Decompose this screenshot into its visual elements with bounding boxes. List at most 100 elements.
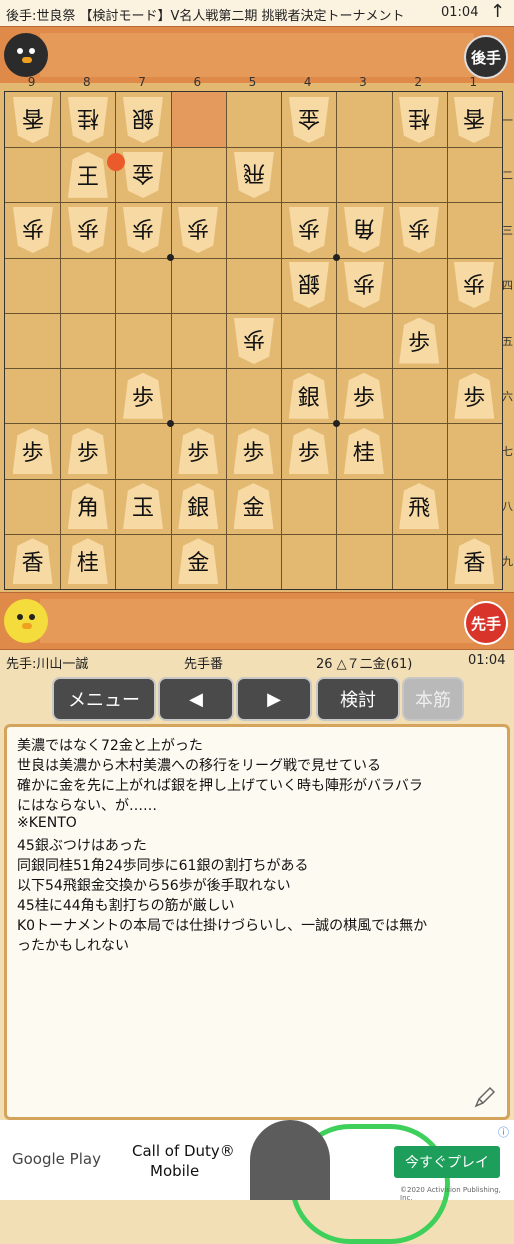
piece-8-3[interactable]: 歩 — [68, 207, 108, 253]
ad-title-line2: Mobile — [150, 1162, 200, 1180]
current-move: 26 △７二金(61) — [316, 657, 413, 672]
turn-indicator: 先手番 — [184, 657, 224, 672]
piece-7-2[interactable]: 金 — [123, 152, 163, 198]
comment-line: K0トーナメントの本局では仕掛けづらいし、一誠の棋風では無か — [17, 918, 428, 934]
rank-label: 二 — [502, 168, 513, 182]
sente-captured-pieces — [40, 599, 474, 643]
piece-8-9[interactable]: 桂 — [67, 538, 108, 585]
star-point — [332, 254, 340, 262]
piece-1-1[interactable]: 香 — [454, 97, 494, 143]
piece-5-7[interactable]: 歩 — [233, 427, 274, 474]
piece-5-2[interactable]: 飛 — [234, 152, 274, 198]
piece-7-8[interactable]: 玉 — [123, 483, 164, 530]
star-point — [167, 419, 175, 427]
piece-7-6[interactable]: 歩 — [123, 372, 164, 419]
ad-title-line1: Call of Duty® — [132, 1142, 235, 1160]
gote-badge: 後手 — [464, 35, 508, 79]
piece-6-9[interactable]: 金 — [178, 538, 219, 585]
piece-4-4[interactable]: 銀 — [289, 262, 329, 308]
grid-line — [170, 92, 172, 589]
comment-line: 45銀ぶつけはあった — [17, 838, 147, 854]
status-bar: 後手:世良祭 【検討モード】V名人戦第二期 挑戦者決定トーナメント 01:04 … — [0, 0, 514, 26]
board-grid[interactable]: 香桂銀金桂香王金飛歩歩歩歩歩角歩銀歩歩歩歩歩銀歩歩歩歩歩歩歩桂角玉銀金飛香桂金香 — [4, 91, 503, 590]
ad-banner[interactable]: ⓘ Google Play Call of Duty® Mobile 今すぐプレ… — [0, 1120, 514, 1244]
grid-line — [5, 368, 502, 370]
grid-line — [5, 423, 502, 425]
comment-line: 世良は美濃から木村美濃への移行をリーグ戦で見せている — [17, 758, 381, 774]
next-move-button[interactable]: ▶ — [236, 677, 312, 721]
file-label: 1 — [469, 75, 478, 89]
grid-line — [281, 92, 283, 589]
piece-8-7[interactable]: 歩 — [67, 427, 108, 474]
comment-line: 美濃ではなく72金と上がった — [17, 738, 203, 754]
comment-line: ※KENTO — [17, 815, 77, 831]
file-label: 9 — [27, 75, 36, 89]
grid-line — [5, 312, 502, 314]
ad-info-icon[interactable]: ⓘ — [498, 1124, 509, 1140]
piece-2-8[interactable]: 飛 — [399, 483, 440, 530]
game-title: 後手:世良祭 【検討モード】V名人戦第二期 挑戦者決定トーナメント — [6, 9, 405, 24]
comment-line: 同銀同桂51角24歩同歩に61銀の割打ちがある — [17, 858, 309, 874]
star-point — [167, 254, 175, 262]
piece-5-5[interactable]: 歩 — [234, 318, 274, 364]
piece-5-8[interactable]: 金 — [233, 483, 274, 530]
sente-player-name: 先手:川山一誠 — [6, 657, 89, 672]
game-info-bar: 先手:川山一誠 先手番 26 △７二金(61) 01:04 — [0, 650, 514, 674]
piece-6-8[interactable]: 銀 — [178, 483, 219, 530]
piece-3-3[interactable]: 角 — [344, 207, 384, 253]
piece-2-3[interactable]: 歩 — [399, 207, 439, 253]
google-play-logo: Google Play — [12, 1150, 101, 1168]
grid-line — [5, 147, 502, 149]
last-move-highlight — [170, 92, 226, 148]
piece-3-7[interactable]: 桂 — [343, 427, 384, 474]
prev-move-button[interactable]: ◀ — [158, 677, 234, 721]
grid-line — [5, 533, 502, 535]
upload-arrow-icon[interactable]: ↑ — [490, 1, 505, 22]
grid-line — [336, 92, 338, 589]
piece-4-7[interactable]: 歩 — [288, 427, 329, 474]
piece-1-9[interactable]: 香 — [454, 538, 495, 585]
edit-pencil-icon[interactable] — [473, 1085, 497, 1109]
sente-avatar-icon — [4, 599, 48, 643]
piece-9-7[interactable]: 歩 — [12, 427, 53, 474]
file-label: 8 — [83, 75, 91, 89]
piece-8-1[interactable]: 桂 — [68, 97, 108, 143]
piece-1-6[interactable]: 歩 — [454, 372, 495, 419]
grid-line — [391, 92, 393, 589]
piece-3-6[interactable]: 歩 — [343, 372, 384, 419]
piece-4-3[interactable]: 歩 — [289, 207, 329, 253]
rank-label: 六 — [502, 389, 513, 403]
piece-9-1[interactable]: 香 — [13, 97, 53, 143]
piece-3-4[interactable]: 歩 — [344, 262, 384, 308]
piece-1-4[interactable]: 歩 — [454, 262, 494, 308]
comment-line: にはならない、が…… — [17, 798, 157, 814]
rank-label: 一 — [502, 113, 513, 127]
shogi-board[interactable]: 987654321 香桂銀金桂香王金飛歩歩歩歩歩角歩銀歩歩歩歩歩銀歩歩歩歩歩歩歩… — [0, 75, 514, 592]
piece-8-2[interactable]: 王 — [67, 151, 108, 198]
piece-2-1[interactable]: 桂 — [399, 97, 439, 143]
piece-7-1[interactable]: 銀 — [123, 97, 163, 143]
piece-2-5[interactable]: 歩 — [399, 317, 440, 364]
piece-6-7[interactable]: 歩 — [178, 427, 219, 474]
menu-button[interactable]: メニュー — [52, 677, 156, 721]
piece-8-8[interactable]: 角 — [67, 483, 108, 530]
piece-7-3[interactable]: 歩 — [123, 207, 163, 253]
mainline-button[interactable]: 本筋 — [402, 677, 464, 721]
piece-6-3[interactable]: 歩 — [178, 207, 218, 253]
comment-box[interactable]: 美濃ではなく72金と上がった世良は美濃から木村美濃への移行をリーグ戦で見せている… — [4, 724, 510, 1120]
rank-label: 五 — [502, 334, 513, 348]
sente-hand-area: 先手 — [0, 592, 514, 650]
file-label: 2 — [414, 75, 422, 89]
clock: 01:04 — [441, 5, 479, 20]
piece-9-9[interactable]: 香 — [12, 538, 53, 585]
comment-line: 45桂に44角も割打ちの筋が厳しい — [17, 898, 235, 914]
piece-4-6[interactable]: 銀 — [288, 372, 329, 419]
ad-play-button[interactable]: 今すぐプレイ — [394, 1146, 500, 1178]
comment-line: ったかもしれない — [17, 938, 129, 954]
file-label: 3 — [359, 75, 367, 89]
piece-4-1[interactable]: 金 — [289, 97, 329, 143]
piece-9-3[interactable]: 歩 — [13, 207, 53, 253]
analyze-button[interactable]: 検討 — [316, 677, 400, 721]
star-point — [332, 419, 340, 427]
grid-line — [5, 257, 502, 259]
